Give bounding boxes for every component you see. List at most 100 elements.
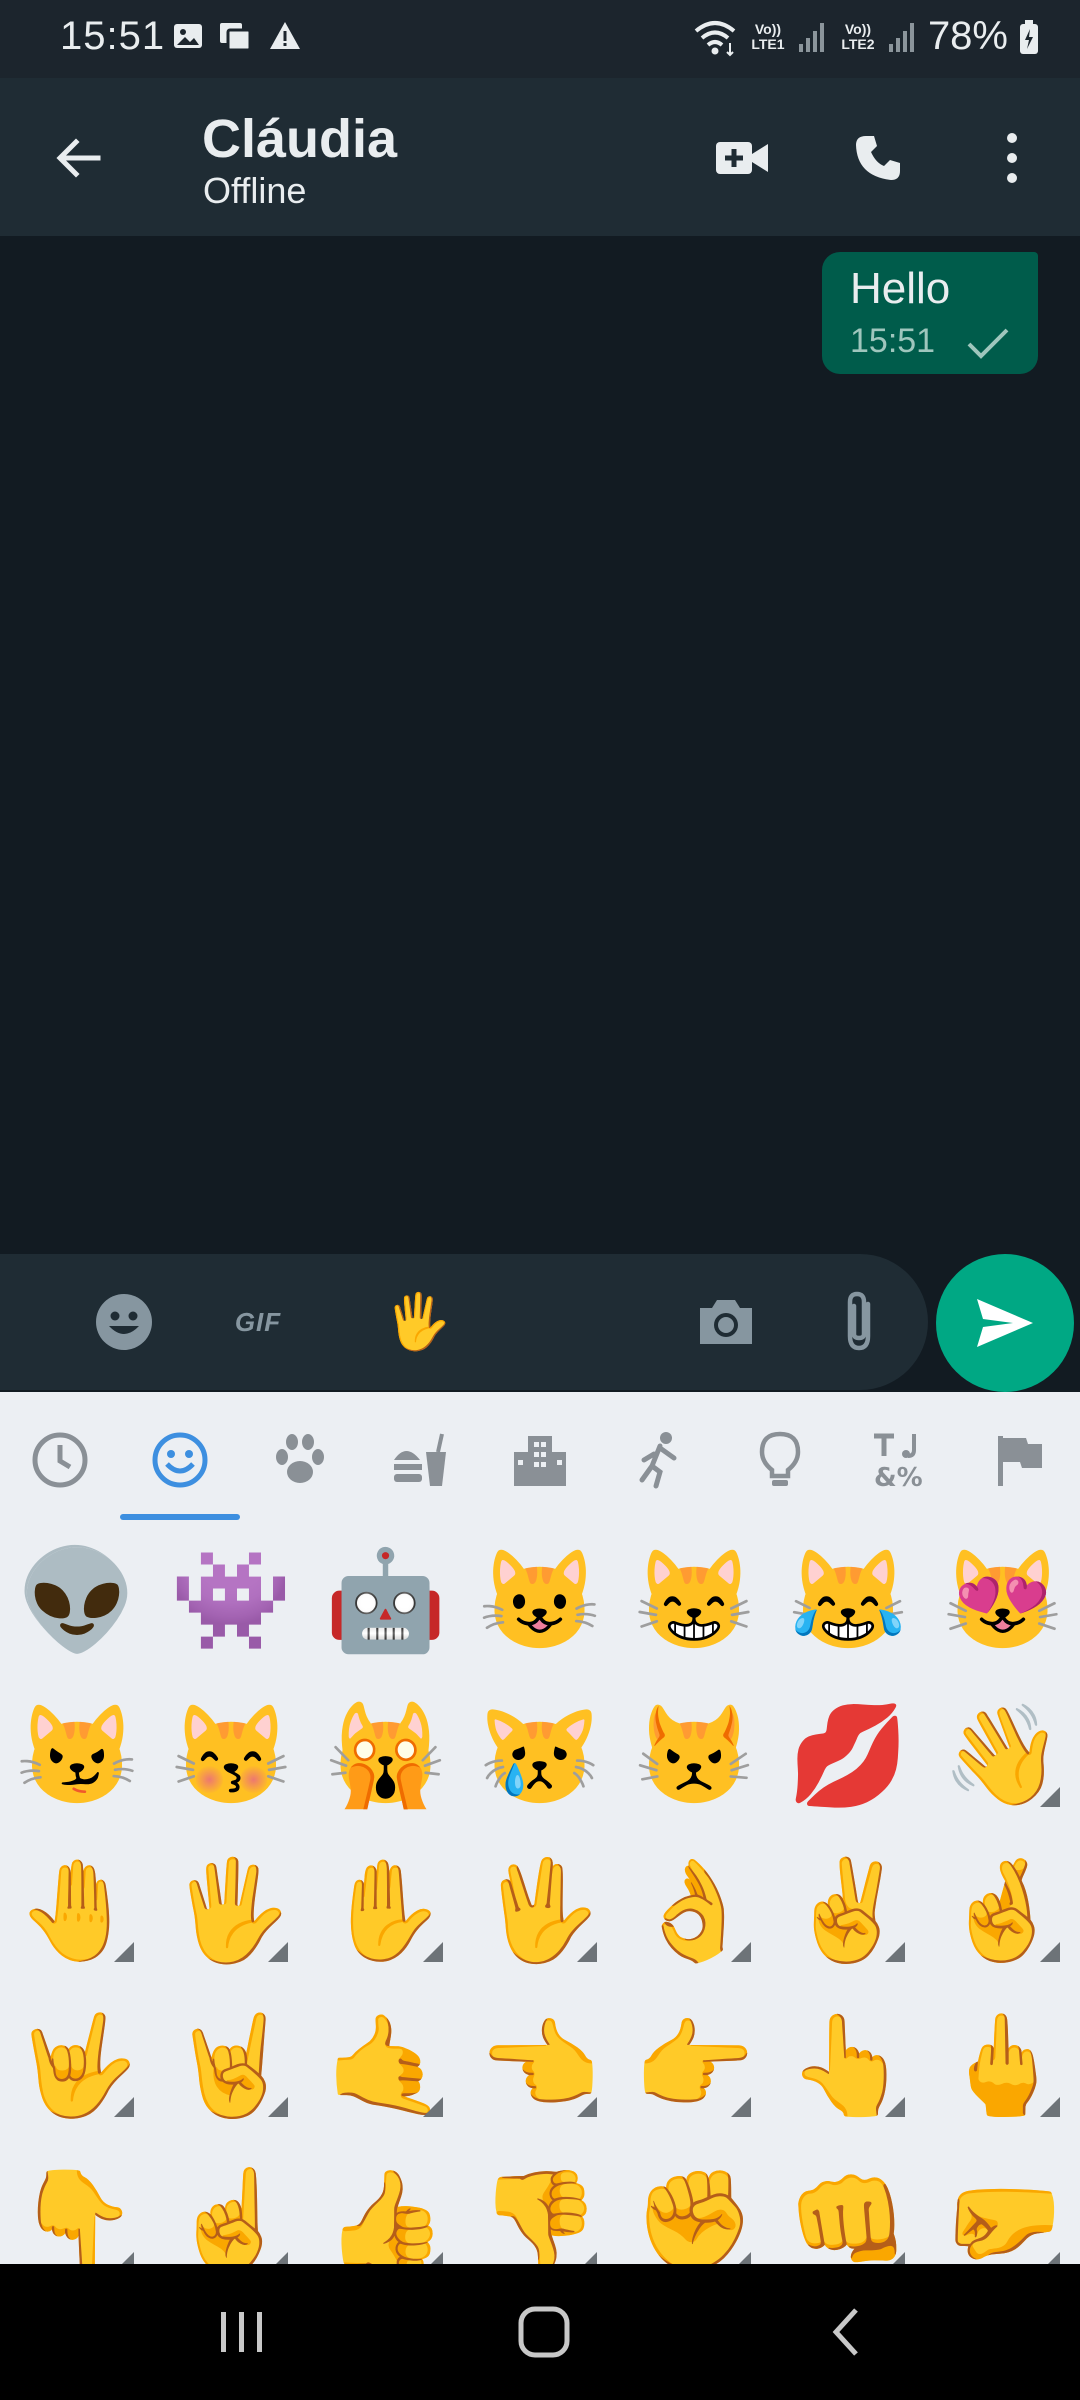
nfc-icon	[218, 20, 254, 52]
camera-button[interactable]	[684, 1280, 768, 1364]
back-icon	[832, 2308, 858, 2356]
emoji-key[interactable]: 👾	[154, 1522, 308, 1678]
wifi-icon	[692, 17, 738, 57]
gif-label: GIF	[234, 1306, 282, 1337]
warning-icon	[268, 20, 302, 52]
send-button[interactable]	[936, 1254, 1074, 1392]
tab-travel[interactable]	[498, 1418, 582, 1502]
home-icon	[518, 2306, 570, 2358]
emoji-key[interactable]: ✋	[309, 1832, 463, 1988]
emoji-key[interactable]: 🖖	[463, 1832, 617, 1988]
emoji-key[interactable]: 🤖	[309, 1522, 463, 1678]
emoji-category-tabs: &%	[0, 1392, 1080, 1520]
system-navigation-bar	[0, 2264, 1080, 2400]
emoji-key[interactable]: 😽	[154, 1677, 308, 1833]
emoji-grid[interactable]: 👽 👾 🤖 😺 😸 😹 😻 😼 😽 🙀 😿 😾 💋 👋 🤚 🖐 ✋ 🖖 👌 ✌️ 🤞 🤟 🤘 🤙 👈 👉 👆 🖕 👇 ☝️ 👍 👎 ✊ 👊 🤛	[0, 1522, 1080, 2272]
home-button[interactable]	[494, 2292, 594, 2372]
clock-icon	[32, 1432, 88, 1488]
voice-call-button[interactable]	[840, 120, 916, 196]
more-options-icon	[1007, 133, 1017, 183]
contact-status: Offline	[203, 170, 307, 211]
status-bar: 15:51 Vo)) LTE1 Vo)) LTE2 78%	[0, 0, 1080, 78]
gif-button[interactable]: GIF	[216, 1280, 300, 1364]
more-options-button[interactable]	[974, 120, 1050, 196]
gallery-icon	[172, 20, 204, 52]
food-icon	[394, 1433, 446, 1486]
tab-activities[interactable]	[618, 1418, 702, 1502]
voice-call-icon	[856, 136, 900, 180]
tab-animals[interactable]	[258, 1418, 342, 1502]
video-call-icon	[716, 142, 768, 174]
skin-tone-variant-indicator	[731, 2097, 752, 2117]
emoji-key[interactable]: 👆	[771, 1987, 925, 2143]
emoji-key[interactable]: 👈	[463, 1987, 617, 2143]
smiley-icon	[152, 1432, 208, 1488]
emoji-toggle-button[interactable]	[82, 1280, 166, 1364]
status-time: 15:51	[60, 14, 166, 58]
emoji-key[interactable]: 😻	[926, 1522, 1080, 1678]
signal-icon	[798, 20, 828, 54]
attach-button[interactable]	[818, 1280, 902, 1364]
emoji-key[interactable]: 👽	[0, 1522, 154, 1678]
emoji-key[interactable]: 😾	[617, 1677, 771, 1833]
tab-symbols[interactable]: &%	[858, 1418, 942, 1502]
skin-tone-variant-indicator	[1039, 1942, 1060, 1962]
sticker-button[interactable]: 🖐	[376, 1280, 460, 1364]
svg-text:&%: &%	[874, 1463, 923, 1490]
video-call-button[interactable]	[704, 120, 780, 196]
emoji-key[interactable]: 🤚	[0, 1832, 154, 1988]
emoji-key[interactable]: 😸	[617, 1522, 771, 1678]
tab-objects[interactable]	[738, 1418, 822, 1502]
skin-tone-variant-indicator	[885, 1942, 906, 1962]
tab-recent[interactable]	[18, 1418, 102, 1502]
lightbulb-icon	[759, 1431, 801, 1486]
emoji-key[interactable]: 💋	[771, 1677, 925, 1833]
running-person-icon	[639, 1432, 677, 1489]
status-system-icons: Vo)) LTE1 Vo)) LTE2 78%	[692, 14, 1040, 59]
chat-message-list[interactable]: Hello 15:51	[0, 236, 1080, 1254]
emoji-key[interactable]: 😿	[463, 1677, 617, 1833]
recent-apps-icon	[221, 2312, 262, 2352]
emoji-key[interactable]: 🖐	[154, 1832, 308, 1988]
emoji-key[interactable]: 🤟	[0, 1987, 154, 2143]
skin-tone-variant-indicator	[1039, 2097, 1060, 2117]
emoji-key[interactable]: 👉	[617, 1987, 771, 2143]
emoji-key[interactable]: ✌️	[771, 1832, 925, 1988]
skin-tone-variant-indicator	[114, 2097, 134, 2117]
active-tab-indicator	[120, 1514, 240, 1520]
battery-icon	[1018, 19, 1040, 55]
status-notification-icons	[172, 20, 302, 52]
flag-icon	[998, 1436, 1042, 1486]
signal-icon	[888, 20, 918, 54]
building-icon	[514, 1436, 566, 1486]
symbols-icon: &%	[874, 1433, 923, 1490]
outgoing-message-bubble[interactable]: Hello 15:51	[822, 252, 1038, 374]
emoji-key[interactable]: 🤘	[154, 1987, 308, 2143]
sim1-label: Vo)) LTE1	[751, 20, 785, 52]
emoji-key[interactable]: 🤙	[309, 1987, 463, 2143]
emoji-key[interactable]: 👋	[926, 1677, 1080, 1833]
emoji-key[interactable]: 🙀	[309, 1677, 463, 1833]
back-arrow-button[interactable]	[40, 120, 116, 196]
emoji-key[interactable]: 👌	[617, 1832, 771, 1988]
skin-tone-variant-indicator	[422, 1942, 443, 1962]
emoji-key[interactable]: 😹	[771, 1522, 925, 1678]
emoji-key[interactable]: 😺	[463, 1522, 617, 1678]
contact-name[interactable]: Cláudia	[202, 108, 397, 170]
message-time: 15:51	[850, 322, 936, 360]
message-input-bar[interactable]: GIF 🖐	[0, 1254, 928, 1390]
emoji-key[interactable]: 😼	[0, 1677, 154, 1833]
emoji-key[interactable]: 🤞	[926, 1832, 1080, 1988]
emoji-key[interactable]: 🖕	[926, 1987, 1080, 2143]
skin-tone-variant-indicator	[731, 1942, 752, 1962]
tab-flags[interactable]	[978, 1418, 1062, 1502]
skin-tone-variant-indicator	[885, 2097, 906, 2117]
tab-food[interactable]	[378, 1418, 462, 1502]
recent-apps-button[interactable]	[192, 2292, 292, 2372]
emoji-keyboard: &% 👽 👾 🤖 😺 😸 😹 😻 😼 😽 🙀 😿 😾 💋 👋 🤚 🖐 ✋ 🖖 👌 ✌️ 🤞 🤟 🤘 🤙 👈 👉 👆 🖕 👇 ☝️ 👍 👎 ✊ 👊 🤛	[0, 1392, 1080, 2272]
single-check-icon	[966, 326, 1010, 360]
skin-tone-variant-indicator	[268, 1942, 289, 1962]
camera-icon	[700, 1300, 752, 1344]
tab-smileys[interactable]	[138, 1418, 222, 1502]
system-back-button[interactable]	[796, 2292, 896, 2372]
